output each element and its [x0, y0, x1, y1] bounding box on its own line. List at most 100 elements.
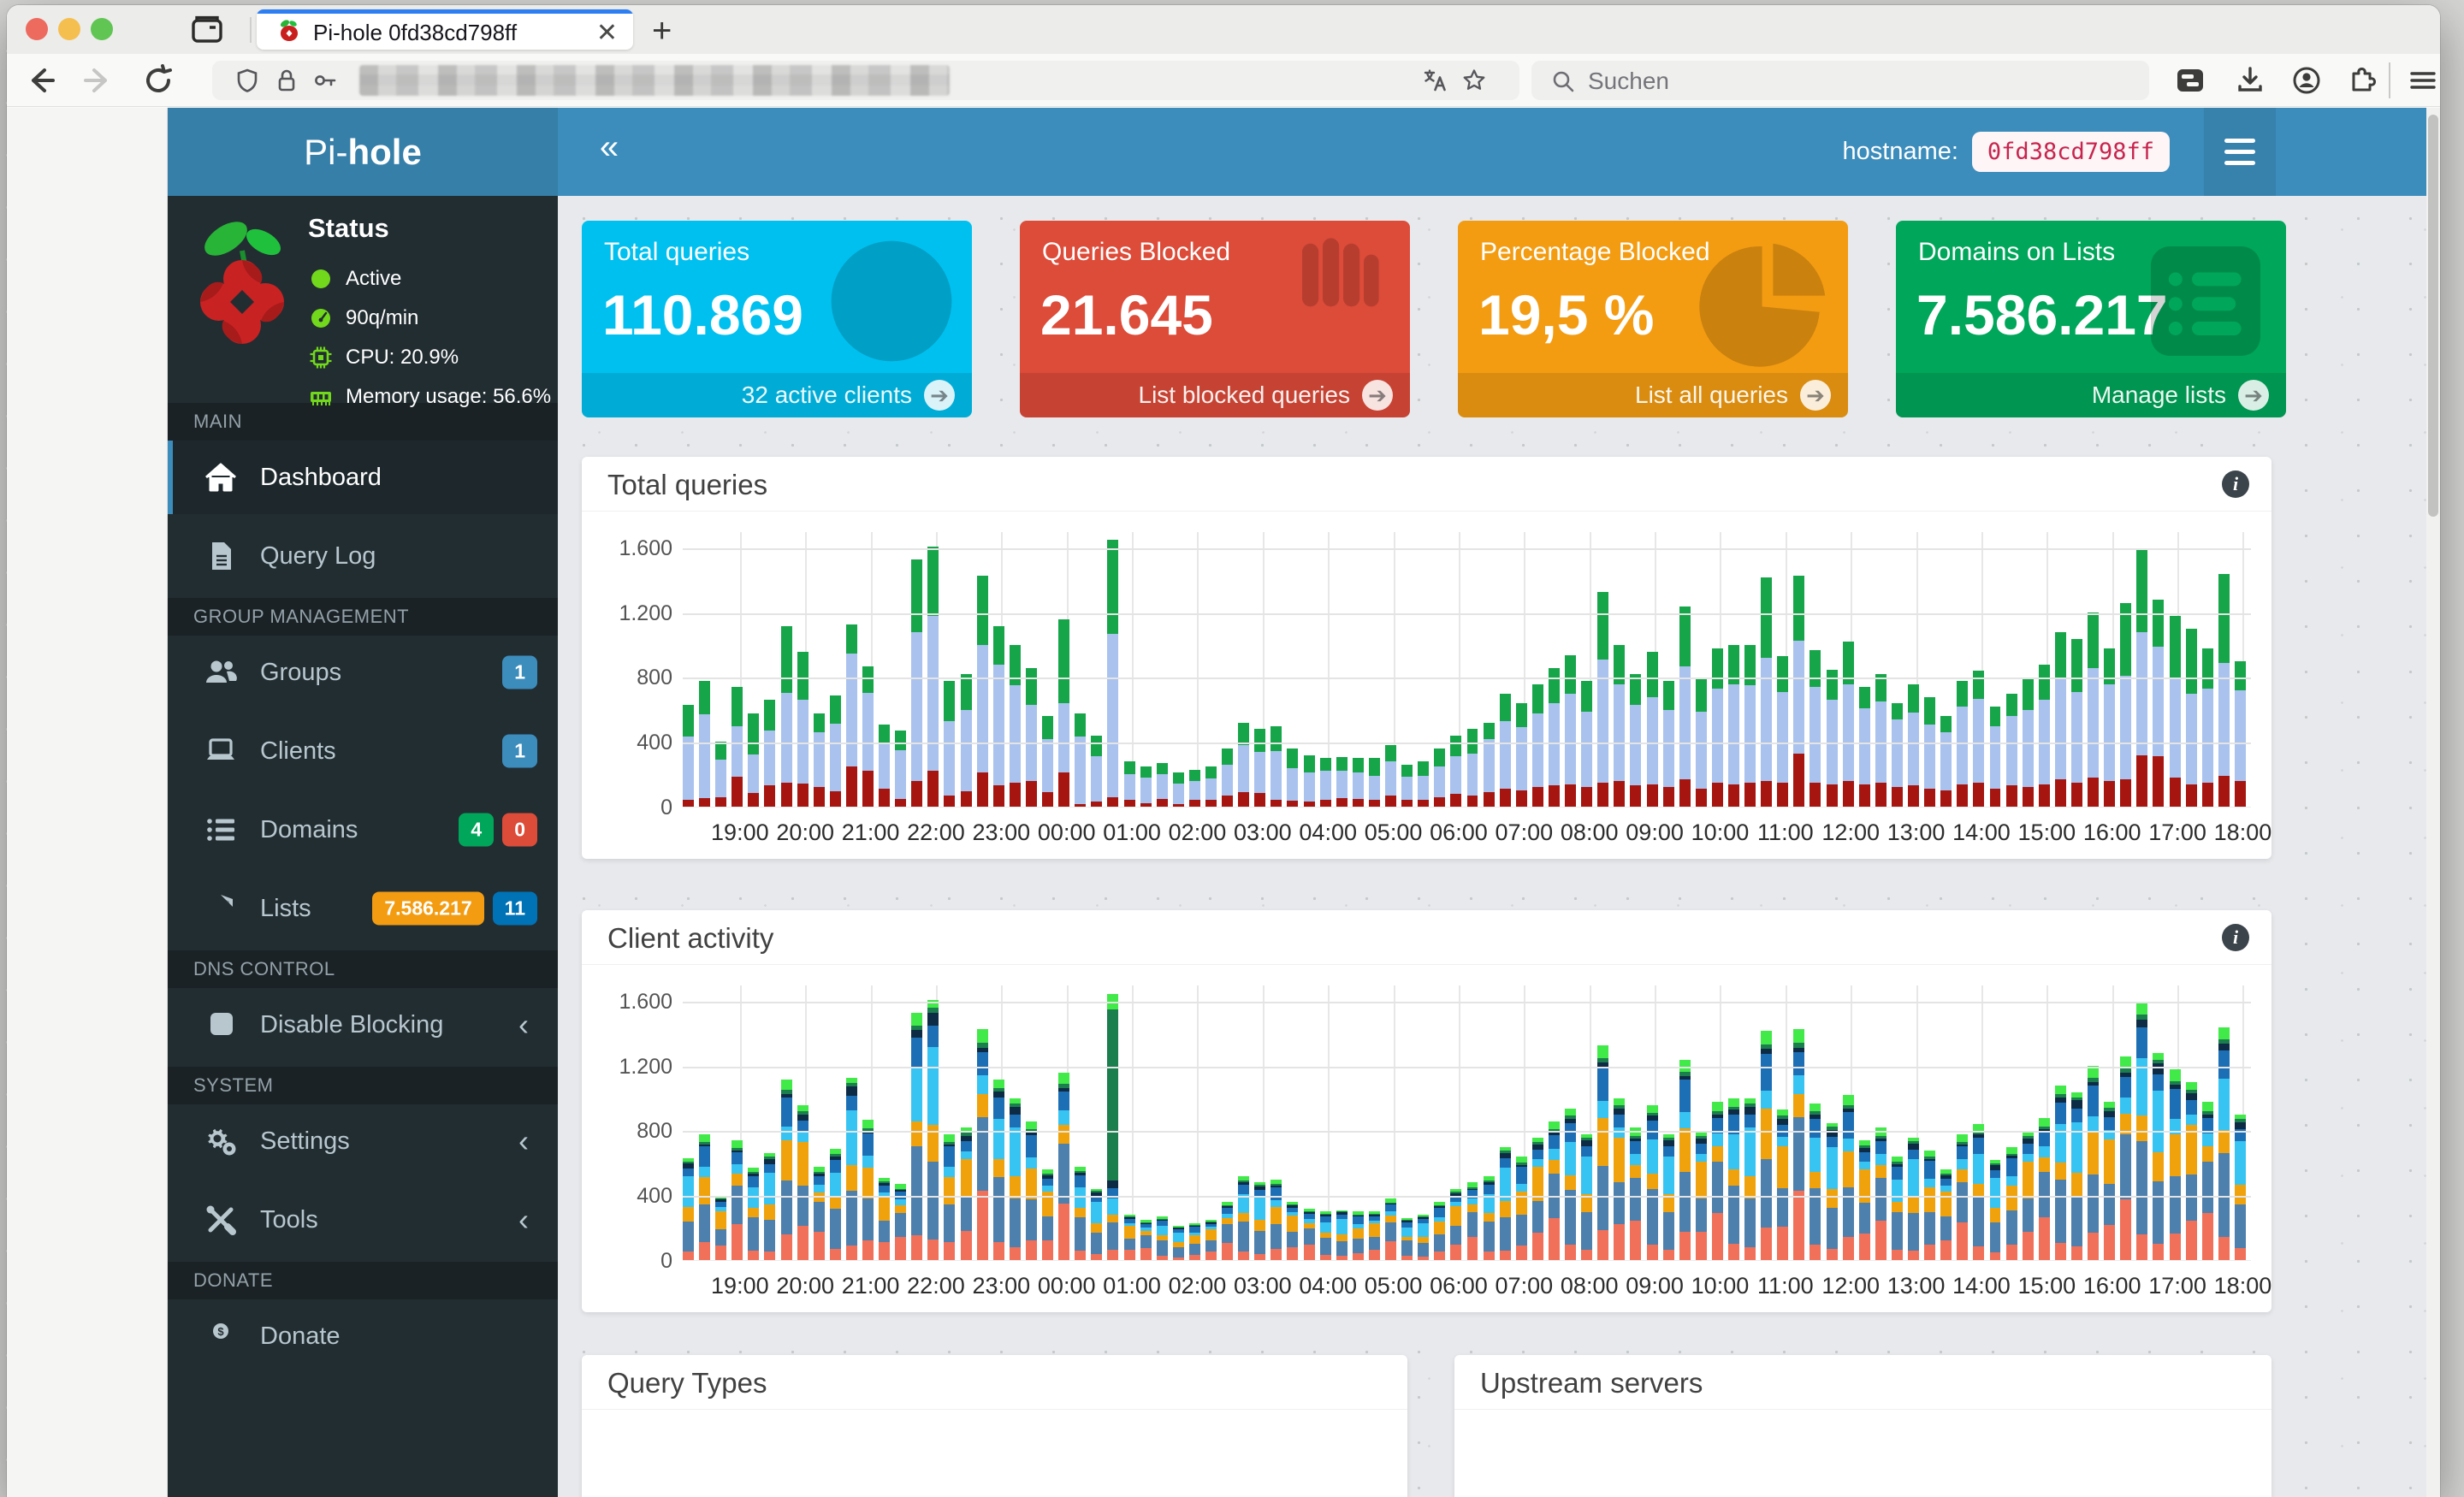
chart-bar [2005, 985, 2017, 1260]
chart-bar [2088, 985, 2100, 1260]
donate-icon: $ [204, 1321, 238, 1352]
navbar-menu-icon[interactable] [2204, 108, 2276, 196]
chart-bar [1270, 985, 1282, 1260]
url-bar[interactable] [212, 61, 1519, 100]
card-footer-link[interactable]: List all queries ➔ [1458, 373, 1848, 417]
gridline [683, 547, 2251, 550]
chart-bar [699, 985, 711, 1260]
active-tab[interactable]: Pi-hole 0fd38cd798ff ✕ [257, 9, 633, 50]
chart-bar [732, 985, 743, 1260]
hostname-label: hostname: [1842, 138, 1958, 165]
translate-icon[interactable] [1422, 68, 1448, 93]
app-menu-icon[interactable] [2406, 63, 2440, 98]
x-axis-tick: 02:00 [1168, 820, 1227, 845]
sidebar-item-settings[interactable]: Settings ‹ [168, 1104, 558, 1178]
tab-close-icon[interactable]: ✕ [596, 18, 618, 48]
sidebar-item-disable-blocking[interactable]: Disable Blocking ‹ [168, 988, 558, 1062]
downloads-icon[interactable] [2233, 63, 2267, 98]
card-value: 19,5 % [1478, 283, 1655, 346]
card-footer-link[interactable]: List blocked queries ➔ [1020, 373, 1410, 417]
y-axis-tick: 800 [637, 666, 672, 690]
globe-icon [823, 233, 960, 370]
extensions-puzzle-icon[interactable] [2344, 63, 2378, 98]
sidebar-item-tools[interactable]: Tools ‹ [168, 1183, 558, 1257]
search-field[interactable]: Suchen [1531, 61, 2149, 100]
minimize-window-button[interactable] [58, 18, 80, 40]
chart-bar [2185, 985, 2197, 1260]
chart-bar [829, 985, 841, 1260]
reload-icon[interactable] [142, 64, 175, 97]
info-icon[interactable]: i [2222, 924, 2249, 951]
chart-bar [1287, 532, 1299, 807]
account-icon[interactable] [2289, 63, 2324, 98]
x-axis-tick: 03:00 [1234, 1273, 1292, 1299]
lock-icon[interactable] [274, 68, 299, 93]
sidebar-menu: MAIN Dashboard Query Log GROUP MANAGEMENT Gr… [168, 403, 558, 1373]
tab-manager-icon[interactable] [188, 14, 226, 46]
chart-bar [1172, 985, 1184, 1260]
forward-icon[interactable] [82, 64, 115, 97]
shield-icon[interactable] [234, 68, 260, 93]
bookmark-star-icon[interactable] [1461, 68, 1487, 93]
chart-bar [2104, 985, 2116, 1260]
chart-bar [732, 532, 743, 807]
chart-bar [1597, 532, 1609, 807]
total-queries-chart[interactable]: 0 400 800 1.200 1.600 19:00 20:00 21:00 22:00 23:… [582, 512, 2272, 854]
chart-bar [927, 532, 939, 807]
status-rows: Active 90q/min CPU: 20.9% Memory usage: 56.… [308, 259, 551, 417]
chart-bar [715, 985, 727, 1260]
pie-icon [1699, 233, 1836, 370]
query-types-title: Query Types [607, 1367, 767, 1399]
chart-bar [1727, 985, 1739, 1260]
chart-bar [1270, 532, 1282, 807]
chart-bar [911, 985, 923, 1260]
status-row: 90q/min [308, 299, 551, 338]
sidebar-item-dashboard[interactable]: Dashboard [168, 441, 558, 514]
x-axis-tick: 09:00 [1626, 820, 1684, 845]
key-icon[interactable] [311, 68, 337, 93]
chart-bar [1777, 532, 1789, 807]
chart-bar [1679, 532, 1691, 807]
card-title: Total queries [604, 238, 750, 266]
chart-bar [1222, 532, 1234, 807]
card-footer-link[interactable]: 32 active clients ➔ [582, 373, 972, 417]
chart-bar [1466, 985, 1478, 1260]
sidebar-item-domains[interactable]: Domains 4 0 [168, 793, 558, 867]
back-icon[interactable] [24, 64, 56, 97]
sidebars-icon[interactable] [2173, 63, 2207, 98]
info-icon[interactable]: i [2222, 470, 2249, 498]
y-axis-tick: 1.200 [619, 601, 672, 625]
chart-bar [1924, 985, 1936, 1260]
tab-strip: Pi-hole 0fd38cd798ff ✕ + [7, 5, 2440, 54]
close-window-button[interactable] [26, 18, 48, 40]
tools-icon [204, 1204, 238, 1235]
new-tab-button[interactable]: + [652, 12, 672, 50]
scrollbar-thumb[interactable] [2428, 115, 2438, 517]
page-scrollbar[interactable] [2426, 108, 2440, 1497]
sidebar-item-donate[interactable]: $ Donate [168, 1299, 558, 1373]
chart-bar [1891, 532, 1903, 807]
chart-bar [1989, 532, 2001, 807]
client-activity-chart[interactable]: 0 400 800 1.200 1.600 19:00 20:00 21:00 22:00 23:… [582, 965, 2272, 1307]
chart-bar [1188, 985, 1200, 1260]
status-box: Status Active 90q/min CPU: 20.9% Memory usa… [168, 196, 558, 408]
navigation-toolbar: Suchen [7, 54, 2440, 107]
sidebar-item-clients[interactable]: Clients 1 [168, 714, 558, 788]
zoom-window-button[interactable] [91, 18, 113, 40]
chart-plot-area [683, 532, 2251, 808]
card-footer-link[interactable]: Manage lists ➔ [1896, 373, 2286, 417]
sidebar-item-groups[interactable]: Groups 1 [168, 636, 558, 709]
chart-bar [1156, 532, 1168, 807]
sidebar-item-lists[interactable]: Lists 7.586.217 11 [168, 872, 558, 945]
gauge-icon [308, 305, 334, 331]
sidebar-item-query-log[interactable]: Query Log [168, 519, 558, 593]
list-icon [204, 814, 238, 845]
chart-bar [1858, 532, 1870, 807]
sidebar-collapse-icon[interactable]: « [583, 128, 635, 167]
pihole-brand[interactable]: Pi-hole [168, 108, 558, 196]
chart-bar [1107, 532, 1119, 807]
card-queries-blocked: Queries Blocked 21.645 List blocked querie… [1020, 221, 1410, 417]
chart-bar [2022, 532, 2034, 807]
chart-bar [1483, 985, 1495, 1260]
x-axis-tick: 15:00 [2017, 1273, 2076, 1299]
